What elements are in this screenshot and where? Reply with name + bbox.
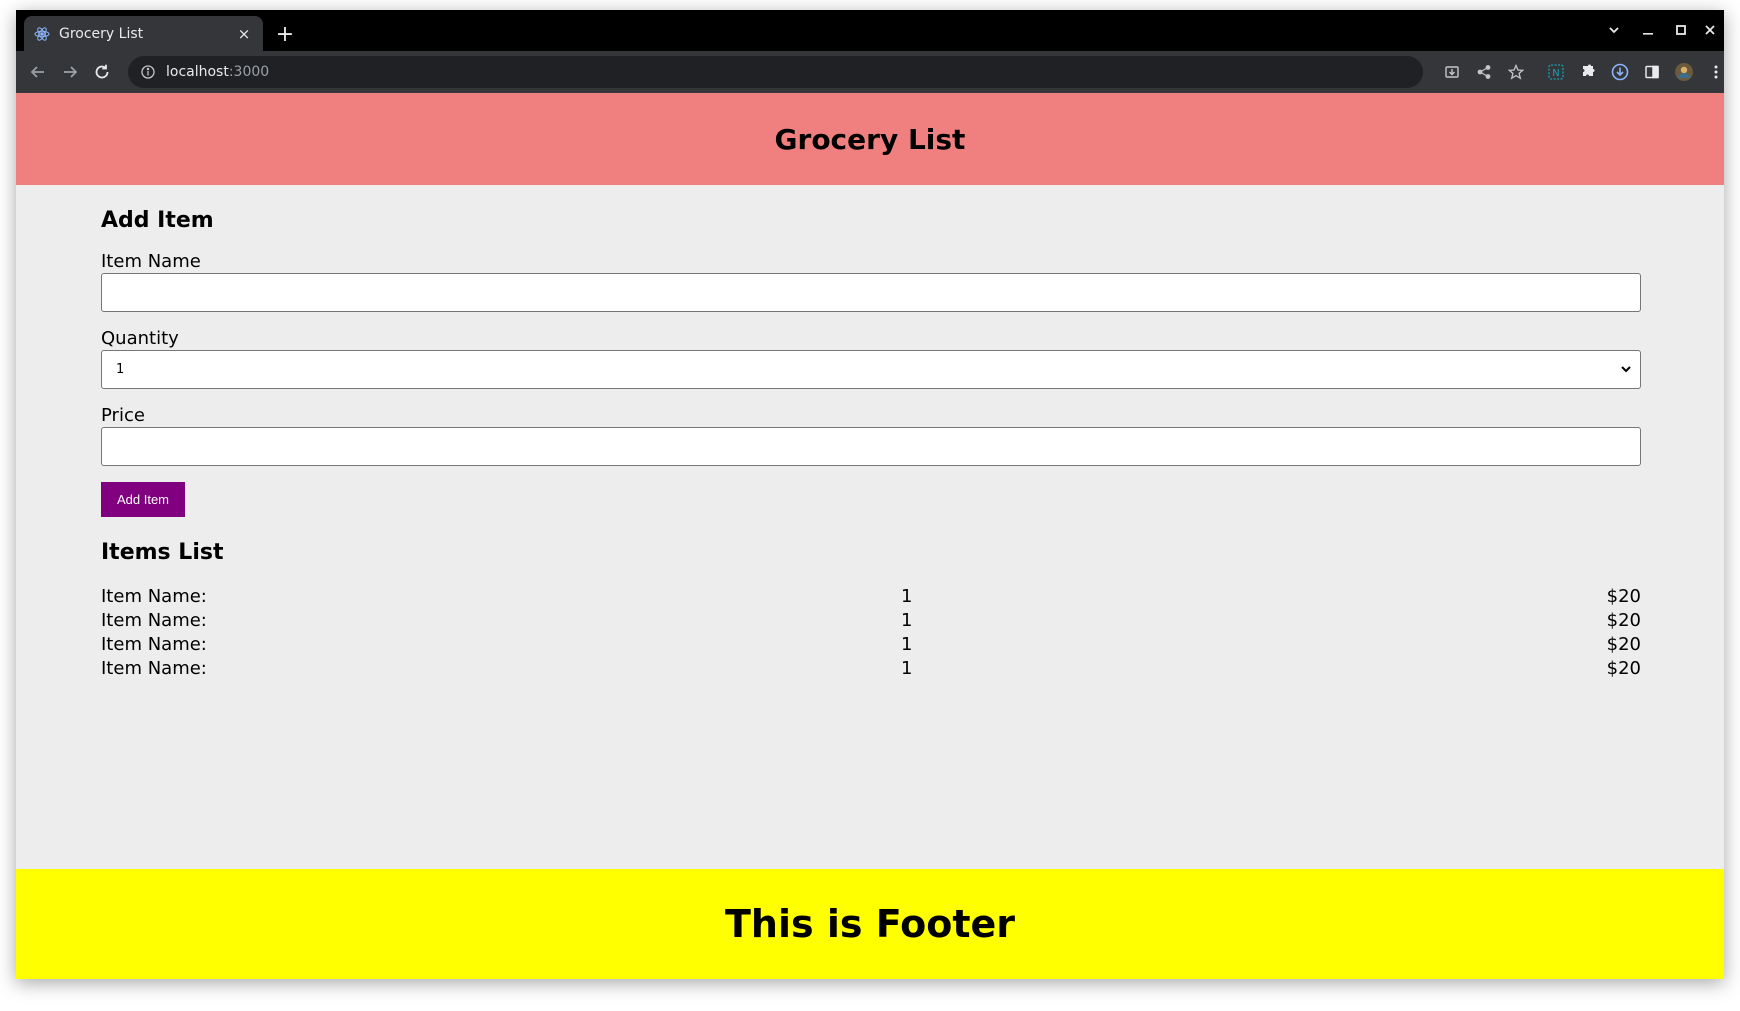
- item-quantity: 1: [901, 658, 913, 679]
- item-price: $20: [1606, 610, 1641, 631]
- share-icon[interactable]: [1474, 62, 1494, 82]
- kebab-menu-icon[interactable]: [1706, 62, 1724, 82]
- maximize-icon[interactable]: [1667, 18, 1695, 42]
- puzzle-icon[interactable]: [1578, 62, 1598, 82]
- svg-text:N: N: [1552, 68, 1559, 79]
- list-item: Item Name: 1 $20: [101, 610, 1641, 634]
- tab-title: Grocery List: [59, 25, 144, 42]
- reload-icon[interactable]: [90, 60, 114, 84]
- item-price: $20: [1606, 634, 1641, 655]
- browser-window: Grocery List × + localhost:3000 N Groce…: [16, 10, 1724, 979]
- chevron-down-icon: [1618, 361, 1634, 377]
- url-port: :3000: [228, 64, 270, 80]
- item-name-input[interactable]: [101, 273, 1641, 312]
- item-quantity: 1: [901, 634, 913, 655]
- minimize-icon[interactable]: [1634, 18, 1662, 42]
- quantity-label: Quantity: [101, 328, 179, 349]
- price-input[interactable]: [101, 427, 1641, 466]
- browser-tab[interactable]: Grocery List ×: [24, 16, 263, 51]
- item-name: Item Name:: [101, 634, 207, 655]
- info-icon[interactable]: [140, 64, 156, 80]
- item-name: Item Name:: [101, 586, 207, 607]
- download-icon[interactable]: [1610, 62, 1630, 82]
- item-quantity: 1: [901, 586, 913, 607]
- items-list-title: Items List: [101, 540, 224, 565]
- extension-n-icon[interactable]: N: [1546, 62, 1566, 82]
- avatar[interactable]: [1674, 62, 1694, 82]
- new-tab-button[interactable]: +: [272, 21, 298, 47]
- main-content: Add Item Item Name Quantity 1 Price Add …: [101, 185, 1641, 682]
- list-item: Item Name: 1 $20: [101, 658, 1641, 682]
- page-title: Grocery List: [774, 122, 966, 156]
- item-price: $20: [1606, 658, 1641, 679]
- quantity-selected-value: 1: [116, 362, 125, 377]
- add-item-title: Add Item: [101, 208, 214, 233]
- install-icon[interactable]: [1442, 62, 1462, 82]
- tab-strip: Grocery List × +: [16, 10, 1724, 51]
- forward-icon[interactable]: [58, 60, 82, 84]
- app-header: Grocery List: [16, 93, 1724, 185]
- list-item: Item Name: 1 $20: [101, 634, 1641, 658]
- tab-close-icon[interactable]: ×: [235, 25, 253, 43]
- price-label: Price: [101, 405, 145, 426]
- item-name: Item Name:: [101, 658, 207, 679]
- add-item-form: Add Item Item Name Quantity 1 Price Add …: [101, 207, 1641, 517]
- react-icon: [34, 26, 50, 42]
- star-icon[interactable]: [1506, 62, 1526, 82]
- tab-search-icon[interactable]: [1600, 18, 1628, 42]
- back-icon[interactable]: [26, 60, 50, 84]
- list-item: Item Name: 1 $20: [101, 586, 1641, 610]
- address-bar[interactable]: localhost:3000: [128, 56, 1423, 88]
- quantity-select[interactable]: 1: [101, 350, 1641, 389]
- page-viewport: Grocery List Add Item Item Name Quantity…: [16, 93, 1724, 979]
- url-host: localhost: [166, 64, 229, 80]
- item-quantity: 1: [901, 610, 913, 631]
- item-price: $20: [1606, 586, 1641, 607]
- close-window-icon[interactable]: [1696, 18, 1724, 42]
- add-item-button[interactable]: Add Item: [101, 482, 185, 517]
- side-panel-icon[interactable]: [1642, 62, 1662, 82]
- item-name-label: Item Name: [101, 251, 201, 272]
- browser-toolbar: localhost:3000 N: [16, 51, 1724, 93]
- footer-text: This is Footer: [724, 902, 1016, 946]
- app-footer: This is Footer: [16, 869, 1724, 979]
- item-name: Item Name:: [101, 610, 207, 631]
- items-list: Item Name: 1 $20 Item Name: 1 $20 Item N…: [101, 586, 1641, 682]
